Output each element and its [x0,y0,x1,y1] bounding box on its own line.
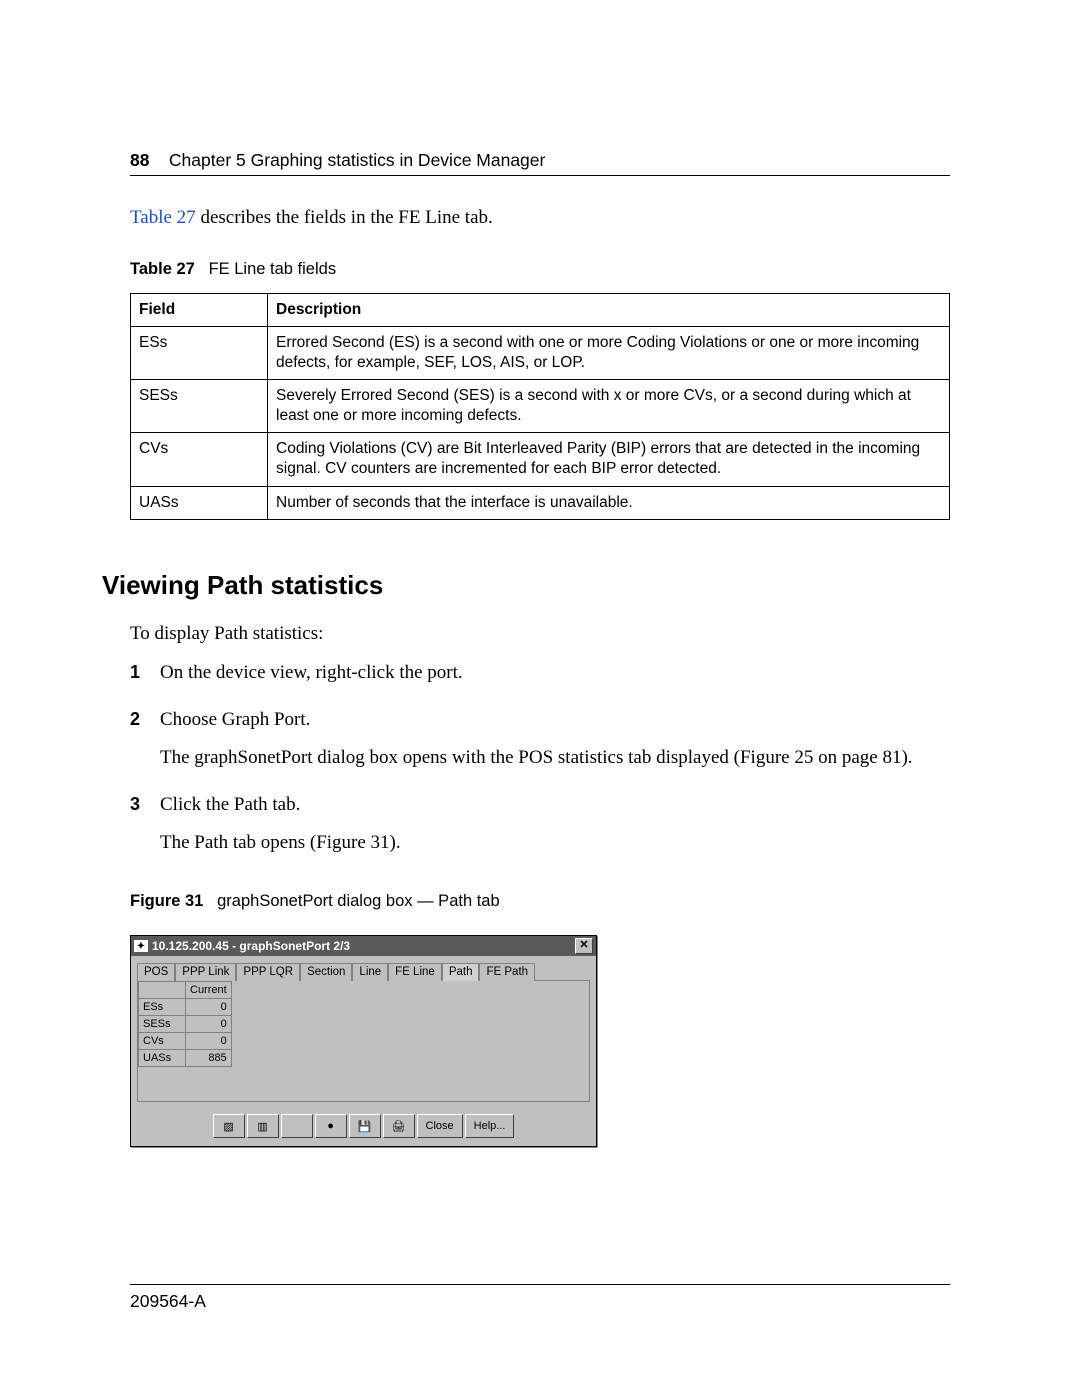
step-text: Click the Path tab. [160,791,950,819]
close-button[interactable]: Close [417,1114,463,1138]
graphsonetport-dialog: ✦ 10.125.200.45 - graphSonetPort 2/3 ✕ P… [130,935,597,1147]
step-number: 2 [130,706,160,781]
page-number: 88 [130,150,149,170]
table27-link[interactable]: Table 27 [130,207,196,228]
steps-list: 1 On the device view, right-click the po… [130,659,950,867]
followup-pre: The graphSonetPort dialog box opens with… [160,747,740,768]
row-value: 0 [186,1033,232,1050]
cell-desc: Number of seconds that the interface is … [268,486,950,519]
intro-rest: describes the fields in the FE Line tab. [196,207,493,228]
figure31-caption: Figure 31 graphSonetPort dialog box — Pa… [130,892,950,911]
table-row: CVs 0 [139,1033,232,1050]
table27-caption: Table 27 FE Line tab fields [130,260,950,279]
figure25-link[interactable]: Figure 25 on page 81 [740,747,901,768]
col-current: Current [186,982,232,999]
close-icon[interactable]: ✕ [575,938,593,954]
toolbar-disabled-icon [281,1114,313,1138]
dialog-titlebar[interactable]: ✦ 10.125.200.45 - graphSonetPort 2/3 ✕ [131,936,596,956]
row-label: UASs [139,1050,186,1067]
col-field: Field [131,293,268,326]
dialog-toolbar: ▨ ▥ ● 💾 🖨 Close Help... [131,1108,596,1146]
step-text: On the device view, right-click the port… [160,659,950,687]
tab-ppplqr[interactable]: PPP LQR [236,963,300,981]
chapter-title: Chapter 5 Graphing statistics in Device … [169,150,545,170]
dialog-title: 10.125.200.45 - graphSonetPort 2/3 [152,939,575,953]
help-button[interactable]: Help... [465,1114,515,1138]
table-row: SESs 0 [139,1016,232,1033]
figure31-label: Figure 31 [130,892,203,910]
tab-ppplink[interactable]: PPP Link [175,963,236,981]
followup-post: ). [901,747,912,768]
section-intro: To display Path statistics: [130,623,950,645]
table-row: ESs 0 [139,999,232,1016]
cell-desc: Coding Violations (CV) are Bit Interleav… [268,433,950,486]
barchart-icon[interactable]: ▥ [247,1114,279,1138]
step-number: 1 [130,659,160,697]
save-icon[interactable]: 💾 [349,1114,381,1138]
table27-title: FE Line tab fields [209,260,337,278]
cell-field: UASs [131,486,268,519]
table-row: CVs Coding Violations (CV) are Bit Inter… [131,433,950,486]
row-label: CVs [139,1033,186,1050]
tab-row: POS PPP Link PPP LQR Section Line FE Lin… [131,956,596,980]
row-value: 0 [186,1016,232,1033]
list-item: 2 Choose Graph Port. The graphSonetPort … [130,706,950,781]
table27-label: Table 27 [130,260,195,278]
col-desc: Description [268,293,950,326]
cell-field: CVs [131,433,268,486]
cell-field: ESs [131,326,268,379]
tab-section[interactable]: Section [300,963,352,981]
tab-fepath[interactable]: FE Path [479,963,535,981]
step-number: 3 [130,791,160,866]
table-row: UASs Number of seconds that the interfac… [131,486,950,519]
cell-field: SESs [131,379,268,432]
step-followup: The graphSonetPort dialog box opens with… [160,744,950,772]
section-heading: Viewing Path statistics [102,570,950,601]
row-label: SESs [139,1016,186,1033]
tab-pane: Current ESs 0 SESs 0 CVs 0 UASs 885 [137,980,590,1102]
tab-line[interactable]: Line [352,963,388,981]
doc-number: 209564-A [130,1291,206,1311]
step-text: Choose Graph Port. [160,706,950,734]
table-row: ESs Errored Second (ES) is a second with… [131,326,950,379]
row-value: 0 [186,999,232,1016]
cell-desc: Errored Second (ES) is a second with one… [268,326,950,379]
list-item: 3 Click the Path tab. The Path tab opens… [130,791,950,866]
page-header: 88 Chapter 5 Graphing statistics in Devi… [130,150,950,176]
followup-pre: The Path tab opens ( [160,832,316,853]
corner-cell [139,982,186,999]
cell-desc: Severely Errored Second (SES) is a secon… [268,379,950,432]
tab-path[interactable]: Path [442,963,480,981]
row-label: ESs [139,999,186,1016]
print-icon[interactable]: 🖨 [383,1114,415,1138]
areachart-icon[interactable]: ▨ [213,1114,245,1138]
step-followup: The Path tab opens (Figure 31). [160,829,950,857]
row-value: 885 [186,1050,232,1067]
followup-post: ). [390,832,401,853]
stats-table: Current ESs 0 SESs 0 CVs 0 UASs 885 [138,981,232,1067]
tab-feline[interactable]: FE Line [388,963,442,981]
figure31-link[interactable]: Figure 31 [316,832,389,853]
list-item: 1 On the device view, right-click the po… [130,659,950,697]
table-row: UASs 885 [139,1050,232,1067]
app-icon: ✦ [134,940,148,952]
intro-paragraph: Table 27 describes the fields in the FE … [130,204,950,232]
figure31-title: graphSonetPort dialog box — Path tab [217,892,500,910]
table27: Field Description ESs Errored Second (ES… [130,293,950,520]
table-row: SESs Severely Errored Second (SES) is a … [131,379,950,432]
record-icon[interactable]: ● [315,1114,347,1138]
tab-pos[interactable]: POS [137,963,175,981]
page-footer: 209564-A [130,1284,950,1312]
